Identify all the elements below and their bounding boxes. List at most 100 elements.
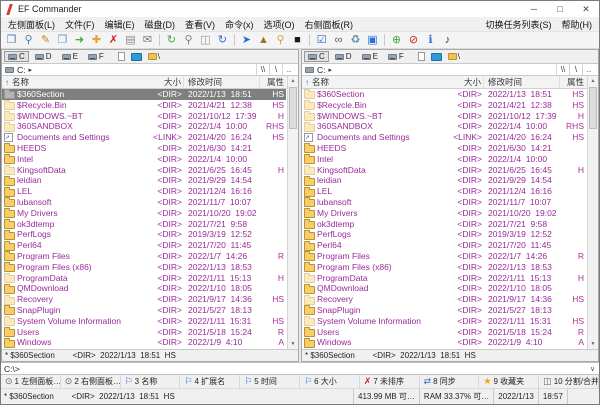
blank-page-icon[interactable] [116, 52, 127, 61]
display-settings-icon[interactable]: ☑ [313, 33, 330, 48]
file-row[interactable]: 360SANDBOX<DIR>2022/1/4 10:00RHS [2, 121, 286, 132]
media-player-icon[interactable]: ♪ [439, 33, 456, 48]
root-button[interactable]: \ [269, 64, 282, 75]
menu-item[interactable]: 查看(V) [180, 18, 220, 31]
file-row[interactable]: $WINDOWS.~BT<DIR>2021/10/12 17:39H [302, 111, 586, 122]
close-button[interactable]: ✕ [573, 1, 599, 17]
maximize-button[interactable]: □ [547, 1, 573, 17]
file-row[interactable]: $Recycle.Bin<DIR>2021/4/21 12:38HS [2, 100, 286, 111]
drive-button-d[interactable]: D [31, 51, 56, 62]
scrollbar[interactable]: ▲ ▼ [287, 76, 298, 349]
new-folder-icon[interactable]: ✚ [88, 33, 105, 48]
move-icon[interactable]: ➜ [71, 33, 88, 48]
file-row[interactable]: Users<DIR>2021/5/18 15:24R [302, 327, 586, 338]
file-row[interactable]: ProgramData<DIR>2022/1/11 15:13H [302, 273, 586, 284]
scroll-down-icon[interactable]: ▼ [588, 339, 598, 349]
file-row[interactable]: $WINDOWS.~BT<DIR>2021/10/12 17:39H [2, 111, 286, 122]
scroll-down-icon[interactable]: ▼ [288, 339, 298, 349]
file-row[interactable]: LEL<DIR>2021/12/4 16:16 [2, 186, 286, 197]
remote-connect-icon[interactable]: ➤ [238, 33, 255, 48]
desktop-icon[interactable] [129, 53, 144, 61]
file-row[interactable]: leidian<DIR>2021/9/29 14:54 [302, 175, 586, 186]
computer-icon[interactable]: ▣ [364, 33, 381, 48]
column-name[interactable]: ↑名称 [302, 76, 440, 88]
file-row[interactable]: My Drivers<DIR>2021/10/20 19:02 [2, 208, 286, 219]
menu-item[interactable]: 磁盘(D) [140, 18, 181, 31]
column-attributes[interactable]: 属性 [260, 76, 286, 88]
file-row[interactable]: ➚Documents and Settings<LINK>2021/4/20 1… [302, 132, 586, 143]
root-folder-icon[interactable]: \ [146, 52, 162, 61]
fn5-sort-time[interactable]: ⚐5 时间 [240, 375, 300, 388]
file-row[interactable]: Program Files<DIR>2022/1/7 14:26R [2, 251, 286, 262]
network-root-button[interactable]: \\ [556, 64, 569, 75]
file-row[interactable]: Program Files<DIR>2022/1/7 14:26R [302, 251, 586, 262]
command-history-dropdown-icon[interactable]: ∨ [586, 365, 599, 373]
file-row[interactable]: System Volume Information<DIR>2022/1/11 … [2, 316, 286, 327]
command-line[interactable]: C:\> ∨ [1, 362, 599, 375]
column-attributes[interactable]: 属性 [560, 76, 586, 88]
menu-item[interactable]: 右侧面板(R) [300, 18, 359, 31]
minimize-button[interactable]: ─ [521, 1, 547, 17]
file-row[interactable]: Recovery<DIR>2021/9/17 14:36HS [302, 294, 586, 305]
sync-dirs-icon[interactable]: ↻ [214, 33, 231, 48]
file-row[interactable]: lubansoft<DIR>2021/11/7 10:07 [302, 197, 586, 208]
file-row[interactable]: QMDownload<DIR>2022/1/10 18:05 [2, 283, 286, 294]
parent-dir-button[interactable]: .. [282, 64, 295, 75]
drive-button-c[interactable]: C [304, 51, 329, 62]
refresh-icon[interactable]: ↻ [163, 33, 180, 48]
path-bar[interactable]: C: ▸ \\ \ .. [2, 63, 298, 76]
file-row[interactable]: $360Section<DIR>2022/1/13 18:51HS [302, 89, 586, 100]
disk-info-icon[interactable]: ℹ [422, 33, 439, 48]
fn2-right-panel[interactable]: ⊙2 右侧面板… [61, 375, 121, 388]
drive-button-d[interactable]: D [331, 51, 356, 62]
spectacles-icon[interactable]: ∞ [330, 33, 347, 48]
file-row[interactable]: Perl64<DIR>2021/7/20 11:45 [302, 240, 586, 251]
fn4-sort-extension[interactable]: ⚐4 扩展名 [180, 375, 240, 388]
drive-button-e[interactable]: E [58, 51, 82, 62]
file-row[interactable]: HEEDS<DIR>2021/6/30 14:21 [2, 143, 286, 154]
file-row[interactable]: PerfLogs<DIR>2019/3/19 12:52 [302, 229, 586, 240]
menu-item[interactable]: 命令(x) [220, 18, 259, 31]
pyramid-icon[interactable]: ▲ [255, 33, 272, 48]
file-row[interactable]: Intel<DIR>2022/1/4 10:00 [2, 154, 286, 165]
desktop-icon[interactable] [429, 53, 444, 61]
split-file-icon[interactable]: ◫ [197, 33, 214, 48]
file-row[interactable]: Windows<DIR>2022/1/9 4:10A [302, 337, 586, 348]
blank-page-icon[interactable] [416, 52, 427, 61]
quick-view-icon[interactable]: ⚲ [20, 33, 37, 48]
menu-item[interactable]: 编辑(E) [100, 18, 140, 31]
folder-search-icon[interactable]: ⚲ [272, 33, 289, 48]
column-name[interactable]: ↑名称 [2, 76, 140, 88]
network-root-button[interactable]: \\ [256, 64, 269, 75]
file-row[interactable]: ProgramData<DIR>2022/1/11 15:13H [2, 273, 286, 284]
root-folder-icon[interactable]: \ [446, 52, 462, 61]
column-modified[interactable]: 修改时间 [184, 76, 260, 88]
root-button[interactable]: \ [569, 64, 582, 75]
delete-icon[interactable]: ✗ [105, 33, 122, 48]
file-row[interactable]: Program Files (x86)<DIR>2022/1/13 18:53 [302, 262, 586, 273]
file-row[interactable]: PerfLogs<DIR>2019/3/19 12:52 [2, 229, 286, 240]
fn10-split-merge[interactable]: ◫10 分割/合并 [539, 375, 599, 388]
file-row[interactable]: KingsoftData<DIR>2021/6/25 16:45H [302, 165, 586, 176]
fn9-favorites[interactable]: ★9 收藏夹 [479, 375, 539, 388]
fn3-sort-name[interactable]: ⚐3 名称 [121, 375, 181, 388]
fn7-unsorted[interactable]: ✗7 未排序 [360, 375, 420, 388]
recycle-bin-icon[interactable]: ♻ [347, 33, 364, 48]
disconnect-icon[interactable]: ⊘ [405, 33, 422, 48]
file-row[interactable]: leidian<DIR>2021/9/29 14:54 [2, 175, 286, 186]
menu-item[interactable]: 左侧面板(L) [3, 18, 60, 31]
network-map-icon[interactable]: ⊕ [388, 33, 405, 48]
column-modified[interactable]: 修改时间 [484, 76, 560, 88]
file-row[interactable]: Users<DIR>2021/5/18 15:24R [2, 327, 286, 338]
file-row[interactable]: QMDownload<DIR>2022/1/10 18:05 [302, 283, 586, 294]
scrollbar-thumb[interactable] [589, 87, 597, 129]
file-row[interactable]: Program Files (x86)<DIR>2022/1/13 18:53 [2, 262, 286, 273]
scroll-up-icon[interactable]: ▲ [288, 76, 298, 86]
file-row[interactable]: Perl64<DIR>2021/7/20 11:45 [2, 240, 286, 251]
copy-icon[interactable]: ❐ [54, 33, 71, 48]
menu-item[interactable]: 文件(F) [60, 18, 100, 31]
file-row[interactable]: HEEDS<DIR>2021/6/30 14:21 [302, 143, 586, 154]
drive-button-e[interactable]: E [358, 51, 382, 62]
fn6-sort-size[interactable]: ⚐6 大小 [300, 375, 360, 388]
file-row[interactable]: SnapPlugin<DIR>2021/5/27 18:13 [302, 305, 586, 316]
